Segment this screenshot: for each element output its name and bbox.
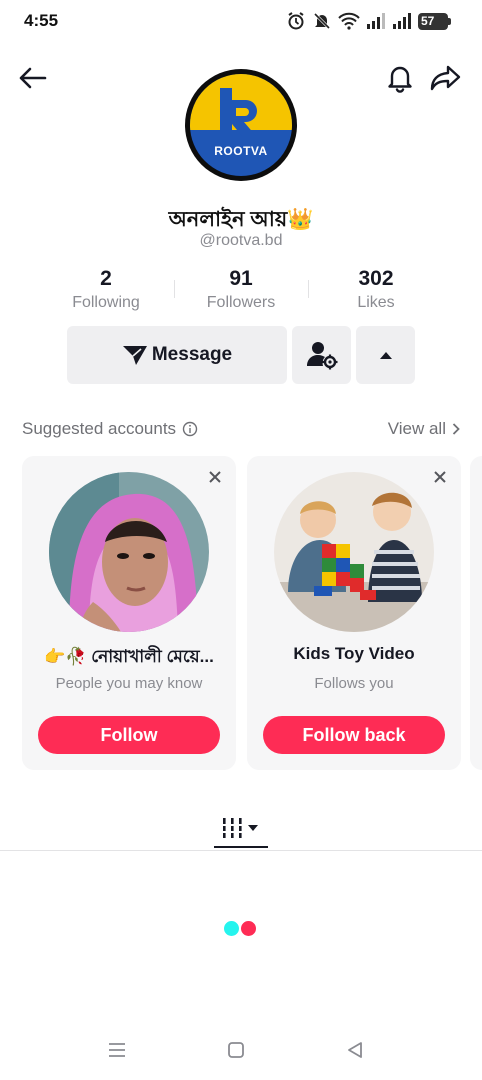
recent-apps-button[interactable]: [105, 1038, 129, 1062]
loader-dot-red: [241, 921, 256, 936]
profile-handle: @rootva.bd: [199, 232, 283, 249]
signal-icon: [366, 12, 386, 30]
share-icon: [430, 65, 461, 91]
status-icons: 57: [286, 11, 451, 31]
tab-active-indicator: [214, 846, 268, 848]
bell-icon: [388, 66, 412, 93]
suggested-name: Kids Toy Video: [293, 644, 415, 663]
suggested-card-peek[interactable]: [470, 456, 482, 770]
share-button[interactable]: [428, 60, 464, 96]
signal-icon: [392, 12, 412, 30]
suggested-card[interactable]: Kids Toy Video Follows you Follow back: [247, 456, 461, 770]
stat-following[interactable]: 2 Following: [56, 266, 156, 314]
stat-likes-value: 302: [358, 267, 394, 290]
back-triangle-icon: [348, 1042, 362, 1058]
logo-mark-icon: [220, 88, 257, 136]
loading-indicator: [224, 921, 256, 936]
caret-up-icon: [379, 352, 392, 359]
status-time: 4:55: [24, 11, 59, 30]
stat-following-value: 2: [100, 267, 112, 290]
system-back-button[interactable]: [343, 1038, 367, 1062]
mute-icon: [312, 11, 332, 31]
message-button-label: Message: [151, 344, 233, 365]
battery-icon: 57: [418, 12, 451, 30]
stat-following-label: Following: [72, 294, 140, 311]
close-icon: [434, 471, 446, 483]
tab-videos[interactable]: [214, 806, 268, 850]
stat-followers[interactable]: 91 Followers: [191, 266, 291, 314]
arrow-left-icon: [19, 67, 47, 89]
loader-dot-cyan: [224, 921, 239, 936]
grid-icon: [221, 818, 258, 838]
message-button[interactable]: Message: [67, 326, 287, 384]
dismiss-card-button[interactable]: [429, 466, 451, 488]
alarm-icon: [286, 11, 306, 31]
suggested-card[interactable]: 👉🥀 নোয়াখালী মেয়ে... People you may kno…: [22, 456, 236, 770]
stat-divider: [174, 280, 175, 298]
suggested-accounts-label: Suggested accounts: [22, 419, 177, 438]
user-settings-icon: [306, 342, 337, 370]
rootva-logo: ROOTVA: [190, 74, 292, 176]
stat-followers-value: 91: [229, 267, 253, 290]
back-button[interactable]: [14, 60, 50, 96]
tab-divider: [0, 850, 482, 851]
home-button[interactable]: [224, 1038, 248, 1062]
chevron-right-icon: [452, 423, 460, 435]
notifications-button[interactable]: [382, 60, 418, 96]
add-friend-button[interactable]: [292, 326, 351, 384]
stat-likes-label: Likes: [357, 294, 395, 311]
close-icon: [209, 471, 221, 483]
suggested-avatar[interactable]: [49, 472, 209, 632]
suggested-subtitle: Follows you: [314, 675, 394, 692]
stat-divider: [308, 280, 309, 298]
view-all-link[interactable]: View all: [388, 419, 460, 439]
suggested-avatar[interactable]: [274, 472, 434, 632]
view-all-label: View all: [387, 419, 446, 438]
info-icon[interactable]: [182, 421, 198, 437]
suggested-toggle-button[interactable]: [356, 326, 415, 384]
status-bar: 4:55 57: [0, 0, 482, 42]
logo-text: ROOTVA: [214, 144, 268, 158]
stat-likes[interactable]: 302 Likes: [326, 266, 426, 314]
dismiss-card-button[interactable]: [204, 466, 226, 488]
wifi-icon: [338, 12, 360, 30]
home-square-icon: [228, 1042, 244, 1058]
menu-icon: [109, 1043, 125, 1057]
follow-button[interactable]: Follow: [38, 716, 220, 754]
follow-back-button[interactable]: Follow back: [263, 716, 445, 754]
send-icon: [122, 346, 147, 365]
suggested-name: 👉🥀 নোয়াখালী মেয়ে...: [44, 647, 214, 666]
suggested-subtitle: People you may know: [55, 675, 203, 692]
profile-avatar[interactable]: ROOTVA: [185, 69, 297, 181]
stat-followers-label: Followers: [206, 294, 276, 311]
suggested-accounts-title: Suggested accounts: [22, 419, 198, 439]
